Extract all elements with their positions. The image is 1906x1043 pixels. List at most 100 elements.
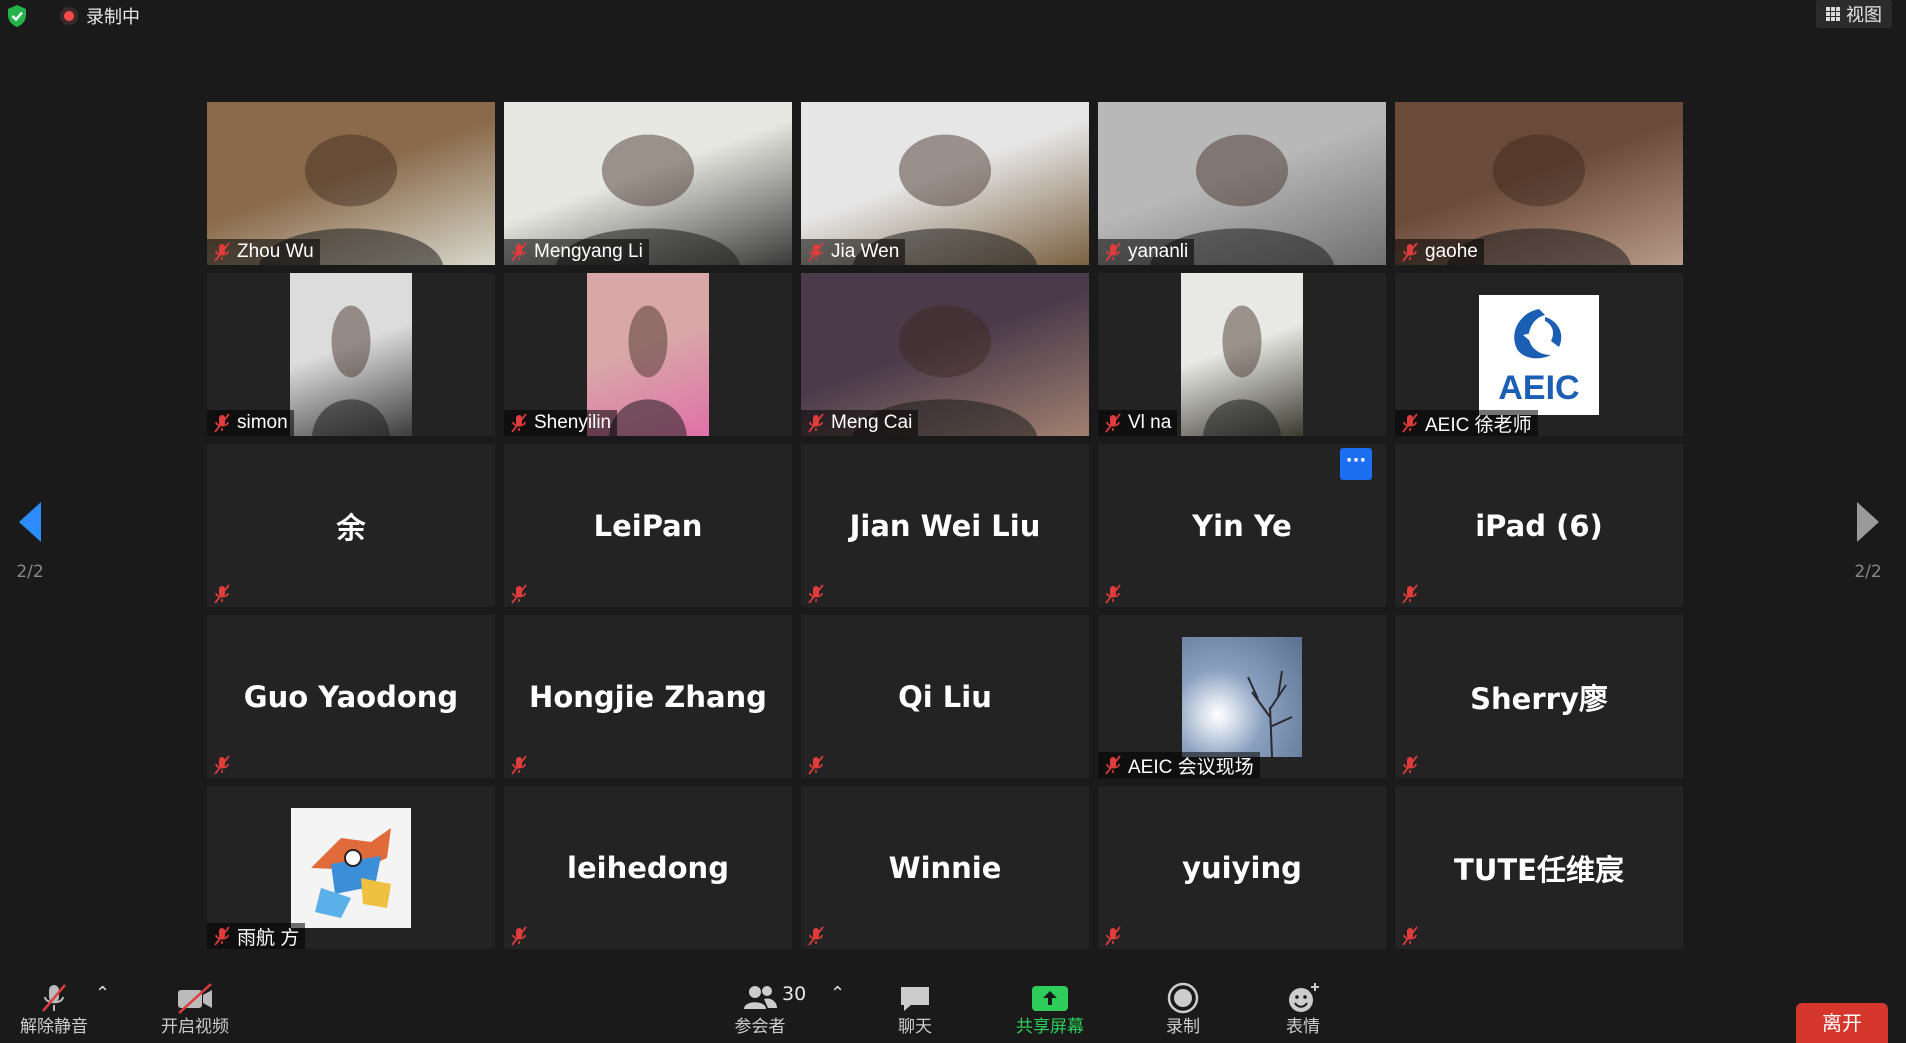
- aeic-logo-text: AEIC: [1498, 369, 1579, 407]
- participant-mute-status: [1395, 923, 1427, 949]
- participant-mute-status: [801, 581, 833, 607]
- participant-tile-23[interactable]: Winnie: [801, 786, 1089, 949]
- participant-name: Guo Yaodong: [243, 679, 459, 714]
- unmute-button[interactable]: 解除静音: [14, 973, 94, 1043]
- participant-tile-10[interactable]: AEIC AEIC 徐老师: [1395, 273, 1683, 436]
- participant-mute-status: [1098, 923, 1130, 949]
- participant-tile-1[interactable]: Zhou Wu: [207, 102, 495, 265]
- participant-tile-7[interactable]: Shenyilin: [504, 273, 792, 436]
- participant-mute-status: [207, 581, 239, 607]
- view-label: 视图: [1846, 5, 1882, 26]
- participant-tile-19[interactable]: AEIC 会议现场: [1098, 615, 1386, 778]
- participant-name: Shenyilin: [534, 412, 612, 433]
- participant-tile-20[interactable]: Sherry廖: [1395, 615, 1683, 778]
- mic-muted-icon: [1402, 755, 1418, 775]
- mic-muted-icon: [511, 926, 527, 946]
- audio-options-caret-icon[interactable]: ⌃: [95, 983, 110, 1004]
- security-shield-icon[interactable]: [6, 4, 28, 28]
- participant-tile-13[interactable]: Jian Wei Liu: [801, 444, 1089, 607]
- grid-view-icon: [1826, 7, 1840, 21]
- participants-options-caret-icon[interactable]: ⌃: [830, 983, 845, 1004]
- chat-button[interactable]: 聊天: [875, 973, 955, 1043]
- mic-muted-icon: [1402, 926, 1418, 946]
- participants-icon: [744, 986, 777, 1009]
- participant-name: Vl na: [1128, 412, 1172, 433]
- mic-muted-icon: [1402, 413, 1418, 433]
- participant-name-label: AEIC 会议现场: [1098, 752, 1260, 778]
- participant-mute-status: [504, 923, 536, 949]
- arrow-left-icon[interactable]: [15, 500, 45, 544]
- participant-tile-3[interactable]: Jia Wen: [801, 102, 1089, 265]
- participant-tile-12[interactable]: LeiPan: [504, 444, 792, 607]
- participant-name-label: simon: [207, 410, 294, 436]
- participant-tile-8[interactable]: Meng Cai: [801, 273, 1089, 436]
- participant-tile-24[interactable]: yuiying: [1098, 786, 1386, 949]
- mic-muted-icon: [808, 584, 824, 604]
- participant-mute-status: [207, 752, 239, 778]
- participant-tile-22[interactable]: leihedong: [504, 786, 792, 949]
- participant-mute-status: [1395, 581, 1427, 607]
- participant-tile-9[interactable]: Vl na: [1098, 273, 1386, 436]
- cartoon-robot-icon: [311, 827, 391, 918]
- top-status-bar: 录制中: [6, 2, 140, 30]
- participant-tile-15[interactable]: iPad (6): [1395, 444, 1683, 607]
- participant-name-label: AEIC 徐老师: [1395, 410, 1538, 436]
- video-feed: [1181, 273, 1303, 436]
- participant-tile-2[interactable]: Mengyang Li: [504, 102, 792, 265]
- more-options-button[interactable]: ···: [1340, 448, 1372, 480]
- participant-name: gaohe: [1425, 241, 1478, 262]
- participant-name: LeiPan: [593, 508, 703, 543]
- video-feed: [290, 273, 412, 436]
- share-screen-button[interactable]: 共享屏幕: [1000, 973, 1100, 1043]
- participant-gallery: Zhou Wu Mengyang Li Jia Wen yananli gaohe sim…: [207, 102, 1683, 950]
- mic-muted-icon: [1105, 926, 1121, 946]
- participant-tile-5[interactable]: gaohe: [1395, 102, 1683, 265]
- participant-name: 雨航 方: [237, 927, 300, 949]
- participants-label: 参会者: [734, 1017, 786, 1037]
- participant-tile-16[interactable]: Guo Yaodong: [207, 615, 495, 778]
- video-off-icon: [178, 983, 212, 1014]
- page-indicator-left: 2/2: [16, 562, 44, 582]
- recording-dot-icon: [60, 7, 78, 25]
- record-button[interactable]: 录制: [1143, 973, 1223, 1043]
- mic-muted-icon: [1402, 584, 1418, 604]
- record-icon: [1167, 982, 1199, 1014]
- sky-photo-avatar: [1182, 636, 1302, 757]
- aeic-logo-avatar: AEIC: [1479, 294, 1599, 415]
- mic-muted-icon: [214, 413, 230, 433]
- participant-tile-11[interactable]: 余: [207, 444, 495, 607]
- reactions-button[interactable]: 表情: [1263, 973, 1343, 1043]
- participant-name: Qi Liu: [898, 679, 992, 714]
- participant-mute-status: [1395, 752, 1427, 778]
- previous-page-nav[interactable]: 2/2: [0, 500, 60, 582]
- participant-name: Sherry廖: [1470, 681, 1608, 716]
- page-indicator-right: 2/2: [1854, 562, 1882, 582]
- participant-tile-18[interactable]: Qi Liu: [801, 615, 1089, 778]
- recording-indicator[interactable]: 录制中: [60, 3, 140, 29]
- participant-tile-14[interactable]: Yin Ye ···: [1098, 444, 1386, 607]
- tree-branches-icon: [1247, 670, 1293, 757]
- participant-name: Yin Ye: [1192, 508, 1292, 543]
- arrow-right-icon[interactable]: [1853, 500, 1883, 544]
- unmute-label: 解除静音: [20, 1017, 88, 1037]
- participant-name: simon: [237, 412, 288, 433]
- participant-tile-21[interactable]: 雨航 方: [207, 786, 495, 949]
- participant-tile-4[interactable]: yananli: [1098, 102, 1386, 265]
- participant-name: iPad (6): [1475, 508, 1603, 543]
- mic-muted-icon: [1105, 413, 1121, 433]
- participant-name: TUTE任维宸: [1454, 852, 1624, 887]
- chat-icon: [901, 987, 929, 1011]
- next-page-nav[interactable]: 2/2: [1838, 500, 1898, 582]
- leave-meeting-button[interactable]: 离开: [1796, 1003, 1888, 1043]
- start-video-button[interactable]: 开启视频: [150, 973, 240, 1043]
- mic-muted-icon: [808, 755, 824, 775]
- participant-tile-25[interactable]: TUTE任维宸: [1395, 786, 1683, 949]
- participant-tile-6[interactable]: simon: [207, 273, 495, 436]
- aeic-logo-icon: AEIC: [1498, 308, 1580, 407]
- cartoon-avatar: [291, 807, 411, 928]
- mic-muted-icon: [214, 242, 230, 262]
- participant-mute-status: [801, 923, 833, 949]
- mic-muted-icon: [808, 242, 824, 262]
- participant-tile-17[interactable]: Hongjie Zhang: [504, 615, 792, 778]
- view-button[interactable]: 视图: [1816, 0, 1892, 28]
